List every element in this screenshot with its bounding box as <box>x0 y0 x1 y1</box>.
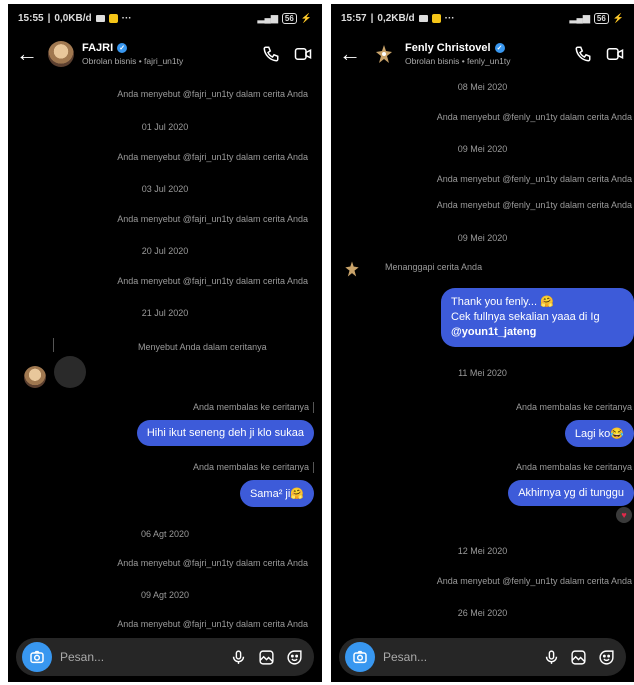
contact-subtitle: Obrolan bisnis • fenly_un1ty <box>405 56 511 66</box>
message-line: Cek fullnya sekalian yaaa di Ig <box>451 310 600 323</box>
verified-badge-icon: ✓ <box>494 43 505 53</box>
story-reply-line <box>53 338 54 352</box>
contact-info[interactable]: Fenly Christovel ✓ Obrolan bisnis • fenl… <box>405 42 562 66</box>
date-separator: 09 Mei 2020 <box>457 144 508 154</box>
date-separator: 11 Mei 2020 <box>458 368 507 378</box>
message-composer <box>339 638 626 676</box>
story-mention-notice: Anda menyebut @fenly_un1ty dalam cerita … <box>436 174 632 184</box>
story-reply-notice: Menanggapi cerita Anda <box>385 262 483 272</box>
message-bubble[interactable]: Sama² ji🤗 <box>239 480 314 507</box>
message-input[interactable] <box>52 650 224 664</box>
date-separator: 21 Jul 2020 <box>141 308 189 318</box>
back-arrow-icon[interactable]: ← <box>339 43 365 65</box>
chat-screen-fenly: 15:57 | 0,2KB/d ··· ▂▄▆ 56 ⚡ ← Fenly Chr… <box>331 4 634 682</box>
battery-icon: 56 <box>281 12 297 24</box>
notes-icon <box>108 13 118 23</box>
contact-name: FAJRI <box>82 42 114 54</box>
story-thumbnail[interactable] <box>54 356 86 388</box>
chat-header: ← FAJRI ✓ Obrolan bisnis • fajri_un1ty <box>8 32 322 76</box>
charging-icon: ⚡ <box>300 12 312 23</box>
microphone-icon[interactable] <box>538 643 565 671</box>
story-mention-notice: Anda menyebut @fajri_un1ty dalam cerita … <box>117 619 308 629</box>
mention-link[interactable]: @youn1t_jateng <box>451 325 624 340</box>
gallery-icon[interactable] <box>565 643 592 671</box>
message-bubble[interactable]: Hihi ikut seneng deh ji klo sukaa <box>136 420 314 446</box>
story-reply-notice: Anda membalas ke ceritanya <box>8 462 322 473</box>
chat-header: ← Fenly Christovel ✓ Obrolan bisnis • fe… <box>331 32 634 76</box>
sender-avatar[interactable] <box>24 366 46 388</box>
story-mention-notice: Menyebut Anda dalam ceritanya <box>138 342 267 352</box>
signal-icon: ▂▄▆ <box>569 12 590 23</box>
contact-subtitle: Obrolan bisnis • fajri_un1ty <box>82 56 184 66</box>
story-mention-notice: Anda menyebut @fajri_un1ty dalam cerita … <box>117 276 308 286</box>
status-speed: 0,2KB/d <box>377 12 415 24</box>
story-reply-notice: Anda membalas ke ceritanya <box>515 462 632 472</box>
message-bubble[interactable]: Thank you fenly... 🤗 Cek fullnya sekalia… <box>441 288 634 347</box>
date-separator: 12 Mei 2020 <box>457 546 508 556</box>
date-separator: 03 Jul 2020 <box>141 184 189 194</box>
message-icon <box>418 14 428 22</box>
phone-call-icon[interactable] <box>572 43 594 65</box>
back-arrow-icon[interactable]: ← <box>16 43 42 65</box>
story-mention-notice: Anda menyebut @fajri_un1ty dalam cerita … <box>117 558 308 568</box>
status-time: 15:55 <box>18 12 44 24</box>
status-time: 15:57 <box>341 12 367 24</box>
signal-icon: ▂▄▆ <box>257 12 278 23</box>
message-input[interactable] <box>375 650 538 664</box>
avatar[interactable] <box>371 41 397 67</box>
story-mention-notice: Anda menyebut @fajri_un1ty dalam cerita … <box>117 89 308 99</box>
contact-info[interactable]: FAJRI ✓ Obrolan bisnis • fajri_un1ty <box>82 42 250 66</box>
more-notifications-icon: ··· <box>444 12 455 24</box>
story-mention-notice: Anda menyebut @fajri_un1ty dalam cerita … <box>117 214 308 224</box>
message-icon <box>95 14 105 22</box>
camera-button[interactable] <box>345 642 375 672</box>
notes-icon <box>431 13 441 23</box>
phone-call-icon[interactable] <box>260 43 282 65</box>
heart-reaction-icon[interactable]: ♥ <box>616 507 632 523</box>
message-line: Thank you fenly... 🤗 <box>451 296 554 308</box>
more-notifications-icon: ··· <box>121 12 132 24</box>
video-call-icon[interactable] <box>604 43 626 65</box>
gallery-icon[interactable] <box>252 643 280 671</box>
sender-avatar[interactable] <box>341 258 363 280</box>
message-bubble[interactable]: Lagi ko😂 <box>564 420 634 447</box>
status-bar: 15:55 | 0,0KB/d ··· ▂▄▆ 56 ⚡ <box>18 12 312 24</box>
date-separator: 20 Jul 2020 <box>141 246 189 256</box>
date-separator: 08 Mei 2020 <box>457 82 508 92</box>
story-mention-notice: Anda menyebut @fenly_un1ty dalam cerita … <box>436 200 632 210</box>
date-separator: 06 Agt 2020 <box>140 529 190 539</box>
charging-icon: ⚡ <box>612 12 624 23</box>
message-composer <box>16 638 314 676</box>
message-bubble[interactable]: Akhirnya yg di tunggu <box>508 480 634 506</box>
status-speed: 0,0KB/d <box>54 12 92 24</box>
chat-screen-fajri: 15:55 | 0,0KB/d ··· ▂▄▆ 56 ⚡ ← FAJRI ✓ O… <box>8 4 322 682</box>
date-separator: 01 Jul 2020 <box>141 122 189 132</box>
story-mention-notice: Anda menyebut @fajri_un1ty dalam cerita … <box>117 152 308 162</box>
date-separator: 09 Mei 2020 <box>457 233 508 243</box>
battery-icon: 56 <box>593 12 609 24</box>
sticker-icon[interactable] <box>593 643 620 671</box>
sticker-icon[interactable] <box>280 643 308 671</box>
story-mention-notice: Anda menyebut @fenly_un1ty dalam cerita … <box>436 576 632 586</box>
microphone-icon[interactable] <box>224 643 252 671</box>
story-reply-notice: Anda membalas ke ceritanya <box>8 402 322 413</box>
status-bar: 15:57 | 0,2KB/d ··· ▂▄▆ 56 ⚡ <box>341 12 624 24</box>
video-call-icon[interactable] <box>292 43 314 65</box>
verified-badge-icon: ✓ <box>117 43 128 53</box>
story-mention-notice: Anda menyebut @fenly_un1ty dalam cerita … <box>436 112 632 122</box>
contact-name: Fenly Christovel <box>405 42 491 54</box>
avatar[interactable] <box>48 41 74 67</box>
story-reply-notice: Anda membalas ke ceritanya <box>515 402 632 412</box>
date-separator: 26 Mei 2020 <box>457 608 508 618</box>
date-separator: 09 Agt 2020 <box>140 590 190 600</box>
camera-button[interactable] <box>22 642 52 672</box>
